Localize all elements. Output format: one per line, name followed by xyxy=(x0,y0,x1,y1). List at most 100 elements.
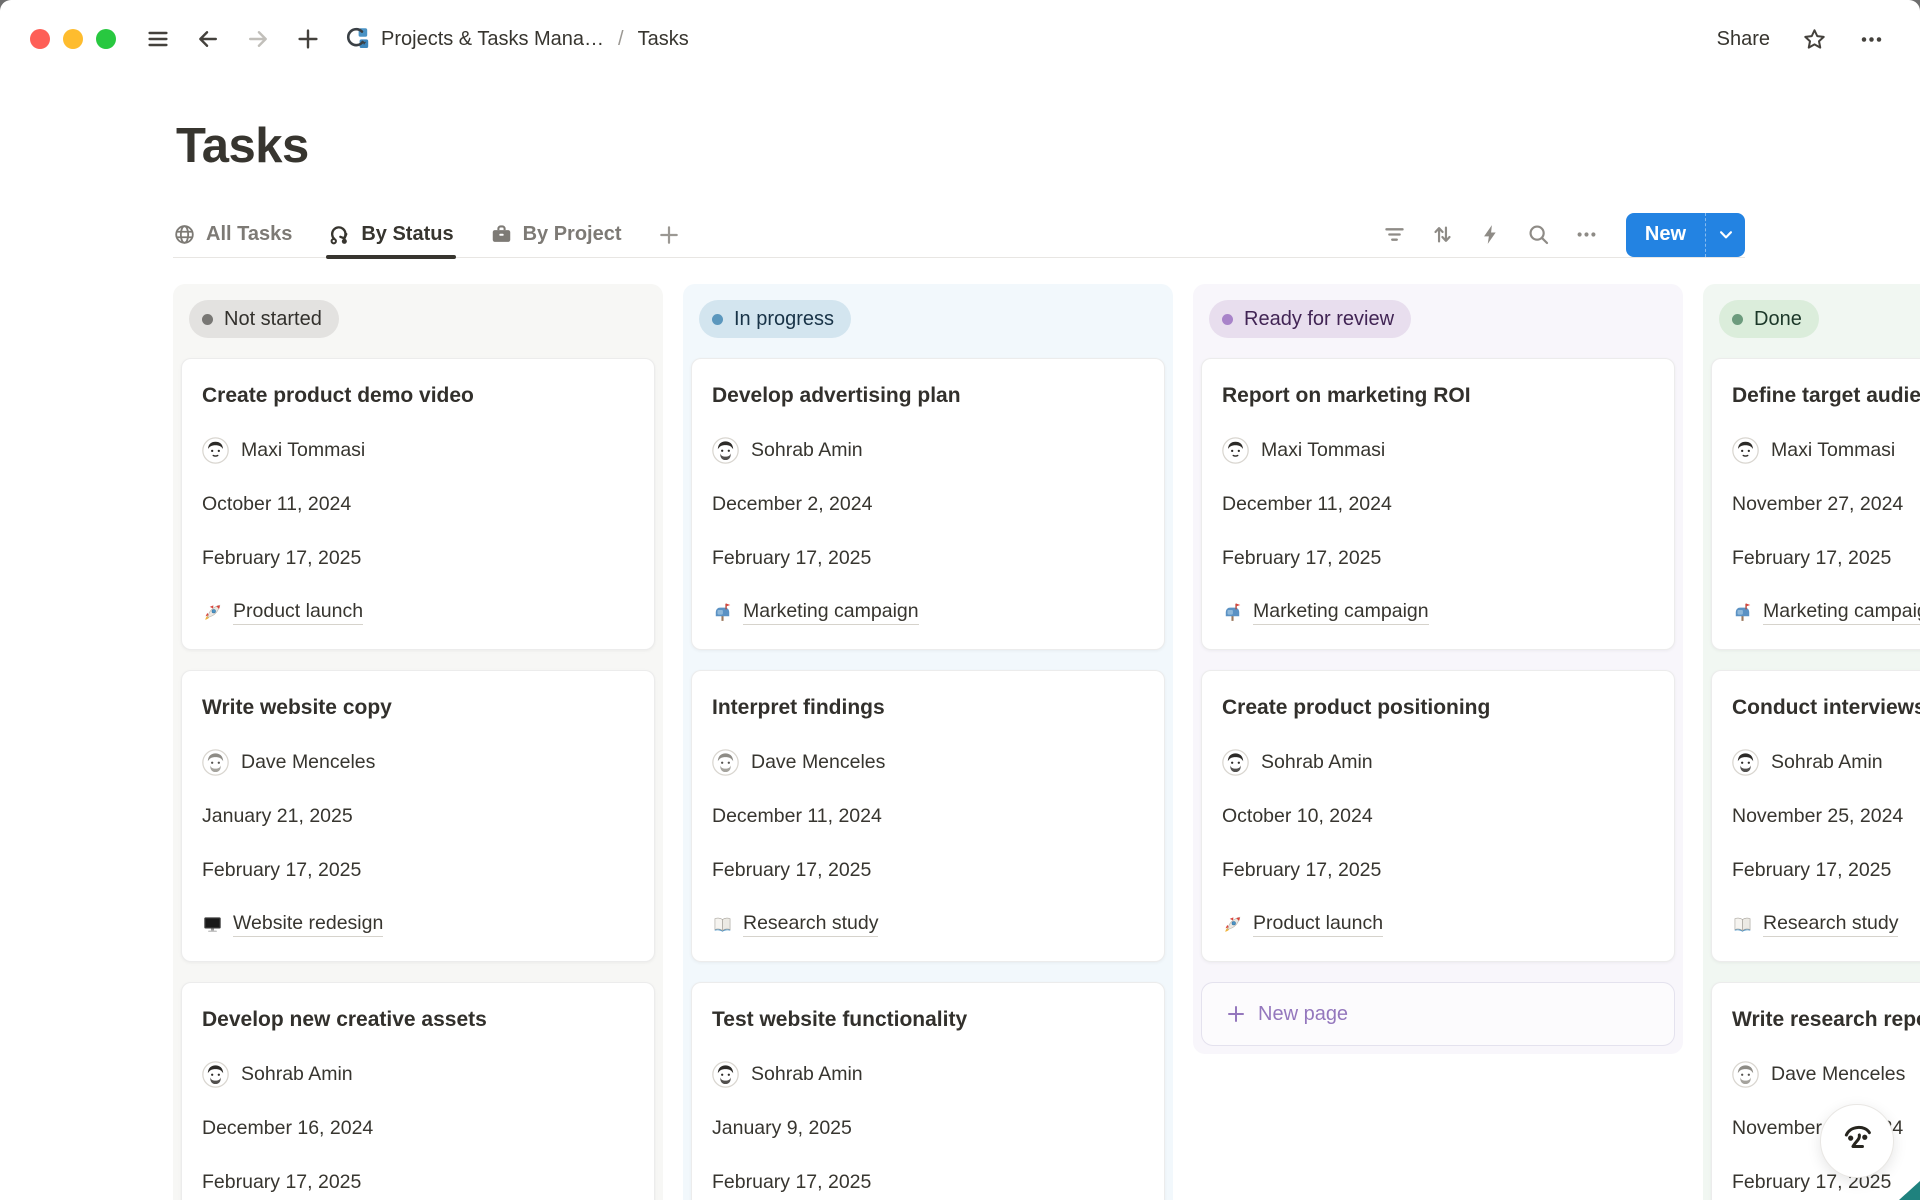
board-column-done: Done Define target audience Maxi Tommasi No… xyxy=(1703,284,1920,1200)
board-column-in-progress: In progress Develop advertising planSohra… xyxy=(683,284,1173,1200)
task-date-2: February 17, 2025 xyxy=(712,855,1144,885)
assignee-name: Sohrab Amin xyxy=(1771,751,1883,774)
task-project-link[interactable]: Website redesign xyxy=(202,909,634,939)
task-card[interactable]: Develop advertising planSohrab AminDecem… xyxy=(691,358,1165,650)
view-tab-label: All Tasks xyxy=(206,223,292,246)
avatar-icon xyxy=(1732,749,1759,776)
task-assignee: Dave Menceles xyxy=(202,747,634,777)
column-header[interactable]: Ready for review xyxy=(1201,292,1675,338)
view-more-button[interactable] xyxy=(1566,215,1608,255)
sidebar-toggle-button[interactable] xyxy=(146,27,170,51)
view-tab-by-status[interactable]: By Status xyxy=(328,212,453,258)
avatar-icon xyxy=(712,437,739,464)
task-date-2: February 17, 2025 xyxy=(1222,855,1654,885)
task-card[interactable]: Interpret findingsDave MencelesDecember … xyxy=(691,670,1165,962)
notion-window: Projects & Tasks Mana… / Tasks Share Tas… xyxy=(0,0,1920,1200)
add-view-button[interactable] xyxy=(658,212,680,258)
project-link-label: Research study xyxy=(1763,912,1898,937)
window-controls xyxy=(30,29,116,49)
close-window-button[interactable] xyxy=(30,29,50,49)
notion-ai-face-icon xyxy=(1834,1118,1880,1164)
avatar xyxy=(1732,1061,1759,1088)
task-date-1: October 10, 2024 xyxy=(1222,801,1654,831)
task-date-2: February 17, 2025 xyxy=(1222,543,1654,573)
view-tab-all-tasks[interactable]: All Tasks xyxy=(173,212,292,258)
forward-button[interactable] xyxy=(246,27,270,51)
back-button[interactable] xyxy=(196,27,220,51)
filter-button[interactable] xyxy=(1374,215,1416,255)
avatar xyxy=(712,437,739,464)
task-date-1: December 16, 2024 xyxy=(202,1113,634,1143)
view-tab-label: By Project xyxy=(523,223,622,246)
task-project-link[interactable]: Marketing campaign xyxy=(1732,597,1920,627)
task-title: Develop new creative assets xyxy=(202,1005,634,1035)
task-card[interactable]: Define target audience Maxi Tommasi Novemb… xyxy=(1711,358,1920,650)
column-header[interactable]: Done xyxy=(1711,292,1920,338)
avatar-icon xyxy=(712,1061,739,1088)
more-options-button[interactable] xyxy=(1859,27,1884,52)
task-card[interactable]: Write website copyDave MencelesJanuary 2… xyxy=(181,670,655,962)
task-assignee: Dave Menceles xyxy=(712,747,1144,777)
task-date-1: January 21, 2025 xyxy=(202,801,634,831)
forward-arrow-icon xyxy=(246,27,270,51)
favorite-star-button[interactable] xyxy=(1802,27,1827,52)
status-dot-icon xyxy=(202,314,213,325)
status-pill: In progress xyxy=(699,300,851,338)
task-project-link[interactable]: Marketing campaign xyxy=(712,597,1144,627)
mailbox-icon xyxy=(1732,602,1753,623)
task-project-link[interactable]: Research study xyxy=(1732,909,1920,939)
new-button[interactable]: New xyxy=(1626,213,1705,257)
task-date-1: December 11, 2024 xyxy=(712,801,1144,831)
task-card[interactable]: Create product demo videoMaxi TommasiOct… xyxy=(181,358,655,650)
view-actions: New xyxy=(1374,213,1745,257)
project-page-icon xyxy=(344,26,370,52)
task-title: Test website functionality xyxy=(712,1005,1144,1035)
breadcrumb-parent[interactable]: Projects & Tasks Mana… xyxy=(381,28,604,51)
task-date-2: February 17, 2025 xyxy=(1732,1167,1920,1197)
sort-button[interactable] xyxy=(1422,215,1464,255)
avatar xyxy=(1732,749,1759,776)
task-date-1: October 11, 2024 xyxy=(202,489,634,519)
task-project-link[interactable]: Marketing campaign xyxy=(1222,597,1654,627)
avatar xyxy=(202,749,229,776)
task-project-link[interactable]: Research study xyxy=(712,909,1144,939)
minimize-window-button[interactable] xyxy=(63,29,83,49)
automations-button[interactable] xyxy=(1470,215,1512,255)
project-link-label: Marketing campaign xyxy=(1253,600,1429,625)
avatar xyxy=(202,437,229,464)
new-page-button[interactable]: New page xyxy=(1201,982,1675,1046)
task-project-link[interactable]: Product launch xyxy=(1222,909,1654,939)
plus-icon xyxy=(296,27,320,51)
assignee-name: Sohrab Amin xyxy=(241,1063,353,1086)
task-card[interactable]: Write research reportDave MencelesNovemb… xyxy=(1711,982,1920,1200)
task-card[interactable]: Develop new creative assets Sohrab Amin De… xyxy=(181,982,655,1200)
column-header[interactable]: Not started xyxy=(181,292,655,338)
briefcase-icon xyxy=(490,223,513,246)
maximize-window-button[interactable] xyxy=(96,29,116,49)
task-title: Create product positioning xyxy=(1222,693,1654,723)
notion-ai-button[interactable] xyxy=(1820,1104,1894,1178)
new-tab-button[interactable] xyxy=(296,27,320,51)
task-date-1: December 2, 2024 xyxy=(712,489,1144,519)
back-arrow-icon xyxy=(196,27,220,51)
status-pill-label: Ready for review xyxy=(1244,308,1394,331)
task-card[interactable]: Report on marketing ROIMaxi TommasiDecem… xyxy=(1201,358,1675,650)
task-title: Define target audience xyxy=(1732,381,1920,411)
task-date-1: November 27, 2024 xyxy=(1732,489,1920,519)
search-button[interactable] xyxy=(1518,215,1560,255)
column-header[interactable]: In progress xyxy=(691,292,1165,338)
assignee-name: Dave Menceles xyxy=(751,751,885,774)
task-date-2: February 17, 2025 xyxy=(1732,855,1920,885)
breadcrumb-current[interactable]: Tasks xyxy=(638,28,689,51)
task-card[interactable]: Create product positioningSohrab AminOct… xyxy=(1201,670,1675,962)
view-tab-by-project[interactable]: By Project xyxy=(490,212,622,258)
share-button[interactable]: Share xyxy=(1717,28,1770,51)
new-dropdown-button[interactable] xyxy=(1705,213,1745,257)
task-card[interactable]: Conduct interviewsSohrab AminNovember 25… xyxy=(1711,670,1920,962)
task-project-link[interactable]: Product launch xyxy=(202,597,634,627)
task-card[interactable]: Test website functionalitySohrab AminJan… xyxy=(691,982,1165,1200)
assignee-name: Maxi Tommasi xyxy=(1771,439,1895,462)
mailbox-icon xyxy=(1222,602,1243,623)
avatar xyxy=(1732,437,1759,464)
task-date-1: January 9, 2025 xyxy=(712,1113,1144,1143)
